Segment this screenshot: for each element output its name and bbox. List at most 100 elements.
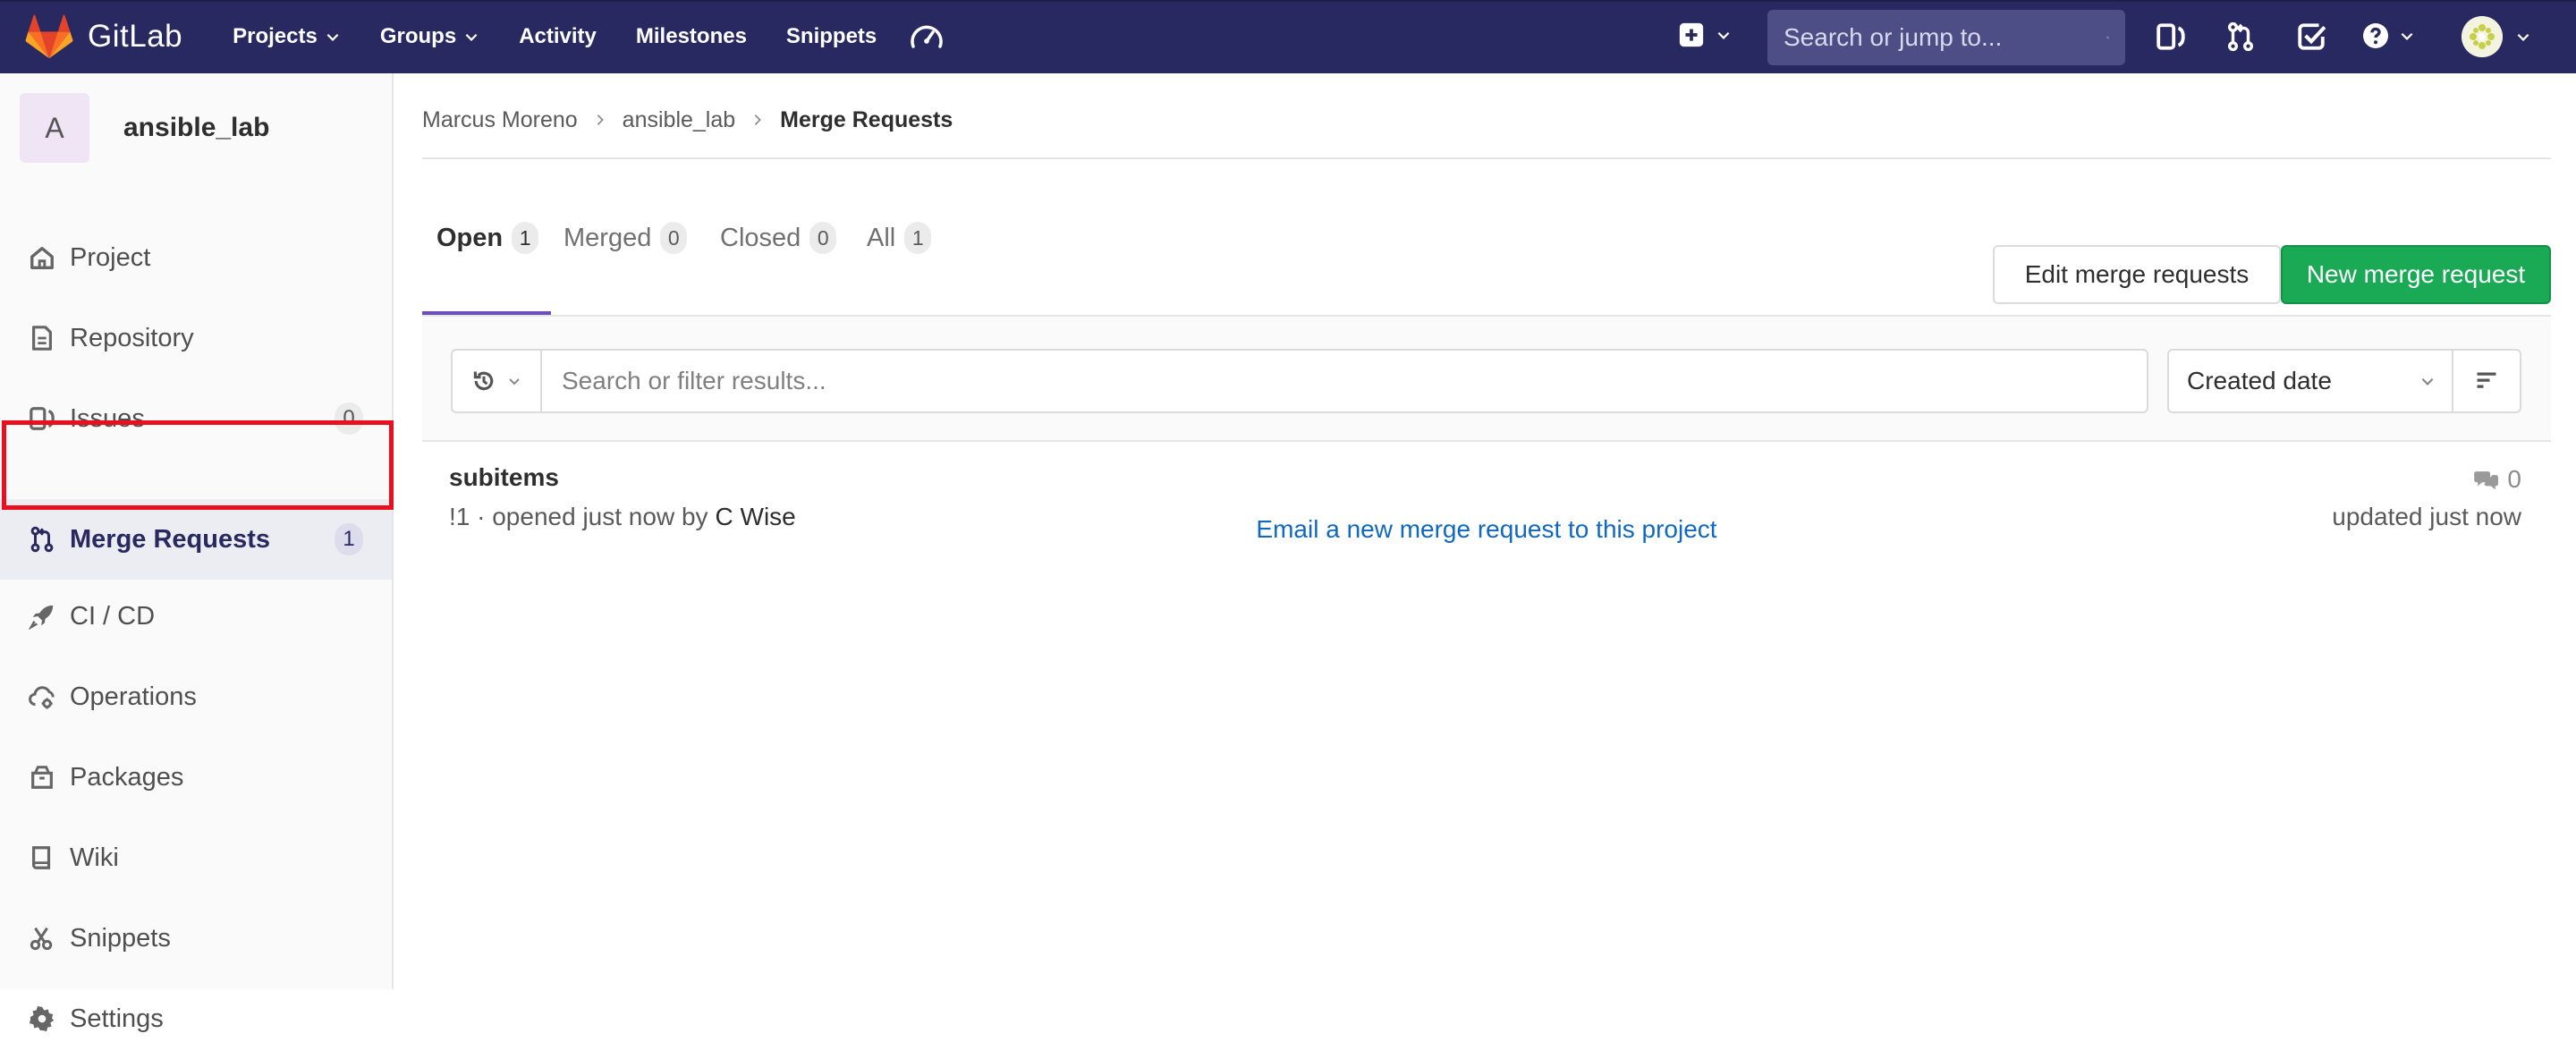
tab-open[interactable]: Open 1 xyxy=(436,159,539,317)
sidebar-item-packages[interactable]: Packages xyxy=(0,737,392,818)
nav-groups-label: Groups xyxy=(379,24,457,48)
breadcrumb-item-current[interactable]: Merge Requests xyxy=(780,107,953,133)
sidebar-item-repository[interactable]: Repository xyxy=(0,298,392,378)
recent-searches-dropdown[interactable] xyxy=(451,349,540,413)
sort-lines-icon xyxy=(2477,372,2496,388)
sidebar-item-operations[interactable]: Operations xyxy=(0,657,392,737)
nav-groups-dropdown[interactable]: Groups xyxy=(380,24,479,49)
tab-count-badge: 1 xyxy=(512,222,539,254)
chevron-down-icon xyxy=(2401,32,2413,40)
sort-direction-button[interactable] xyxy=(2453,349,2521,413)
project-name: ansible_lab xyxy=(123,113,270,142)
merge-request-icon[interactable] xyxy=(2225,21,2256,52)
search-icon xyxy=(2106,36,2109,39)
new-merge-request-button[interactable]: New merge request xyxy=(2281,245,2551,304)
todo-check-icon[interactable] xyxy=(2296,21,2326,52)
comments-icon xyxy=(2474,471,2499,490)
cloud-gear-icon xyxy=(29,686,55,709)
global-search[interactable] xyxy=(1767,10,2125,65)
avatar-pattern-icon xyxy=(2462,16,2503,57)
sidebar-item-ci-cd[interactable]: CI / CD xyxy=(0,576,392,657)
sidebar-item-label: Wiki xyxy=(70,843,119,872)
chevron-down-icon xyxy=(2421,377,2434,385)
chevron-down-icon xyxy=(509,378,520,385)
breadcrumb: Marcus Moreno ansible_lab Merge Requests xyxy=(422,100,953,140)
global-search-input[interactable] xyxy=(1784,23,2106,52)
tab-label: All xyxy=(867,223,896,252)
new-item-dropdown[interactable] xyxy=(1678,21,1732,48)
rocket-icon xyxy=(29,605,54,630)
sidebar-item-wiki[interactable]: Wiki xyxy=(0,818,392,898)
sidebar-item-label: Packages xyxy=(70,762,184,792)
sidebar-item-label: CI / CD xyxy=(70,601,156,631)
chevron-down-icon xyxy=(326,33,339,41)
nav-milestones-link[interactable]: Milestones xyxy=(636,24,747,49)
state-tabs: Open 1 Merged 0 Closed 0 All 1 Edit merg… xyxy=(422,159,2551,317)
chevron-right-icon xyxy=(754,114,762,125)
help-dropdown[interactable] xyxy=(2361,21,2415,50)
merge-request-title-link[interactable]: subitems xyxy=(449,463,559,492)
sidebar-item-label: Merge Requests xyxy=(70,524,271,554)
breadcrumb-item-namespace[interactable]: Marcus Moreno xyxy=(422,107,578,133)
email-merge-request-link: Email a new merge request to this projec… xyxy=(422,515,2551,555)
project-avatar: A xyxy=(20,93,89,163)
merge-requests-count-badge: 1 xyxy=(335,523,363,555)
sort-dropdown[interactable]: Created date xyxy=(2167,349,2453,413)
gauge-icon[interactable] xyxy=(909,21,945,52)
user-menu-dropdown[interactable] xyxy=(2462,16,2531,57)
sidebar-item-label: Settings xyxy=(70,1004,164,1033)
sidebar-item-label: Operations xyxy=(70,682,197,711)
scissors-icon xyxy=(30,927,53,951)
plus-square-icon xyxy=(1679,22,1704,47)
chevron-down-icon xyxy=(1717,31,1730,39)
history-icon xyxy=(473,371,494,391)
package-icon xyxy=(31,766,53,789)
sidebar-item-snippets[interactable]: Snippets xyxy=(0,898,392,979)
email-merge-request-link-text[interactable]: Email a new merge request to this projec… xyxy=(1256,515,1716,543)
edit-merge-requests-button[interactable]: Edit merge requests xyxy=(1993,245,2281,304)
project-sidebar: A ansible_lab Project Repository Issues … xyxy=(0,73,394,1033)
avatar xyxy=(2462,16,2503,57)
tab-label: Open xyxy=(436,223,504,252)
sort-value: Created date xyxy=(2187,367,2332,394)
tab-count-badge: 0 xyxy=(809,222,837,254)
sidebar-item-label: Snippets xyxy=(70,923,171,953)
filter-bar: Created date xyxy=(422,317,2551,442)
sidebar-item-issues[interactable]: Issues 0 xyxy=(0,378,392,459)
home-icon xyxy=(30,247,54,269)
sidebar-item-label: Issues xyxy=(70,403,145,433)
chevron-down-icon xyxy=(2517,33,2529,41)
sidebar-item-merge-requests[interactable]: Merge Requests 1 xyxy=(0,499,392,580)
chevron-down-icon xyxy=(465,33,478,41)
main-nav: Projects Groups Activity Milestones Snip… xyxy=(233,21,945,52)
breadcrumb-item-project[interactable]: ansible_lab xyxy=(623,107,736,133)
help-icon xyxy=(2363,23,2388,48)
filter-search[interactable] xyxy=(540,349,2148,413)
comments-count-value: 0 xyxy=(2507,465,2521,493)
comments-count[interactable]: 0 xyxy=(2473,465,2521,494)
tab-closed[interactable]: Closed 0 xyxy=(720,159,837,317)
tab-label: Merged xyxy=(564,223,652,252)
tab-all[interactable]: All 1 xyxy=(867,159,932,317)
tab-label: Closed xyxy=(720,223,801,252)
gitlab-logo-icon xyxy=(25,14,73,59)
tab-count-badge: 1 xyxy=(904,222,932,254)
sidebar-item-settings[interactable]: Settings xyxy=(0,979,392,1059)
nav-snippets-link[interactable]: Snippets xyxy=(786,24,877,49)
issues-icon[interactable] xyxy=(2156,21,2186,52)
gear-icon xyxy=(29,1005,55,1032)
gitlab-home-link[interactable]: GitLab xyxy=(25,14,182,59)
top-navbar: GitLab Projects Groups Activity Mileston… xyxy=(0,0,2576,73)
tab-merged[interactable]: Merged 0 xyxy=(564,159,688,317)
merge-request-icon xyxy=(30,526,54,553)
tab-count-badge: 0 xyxy=(660,222,688,254)
nav-activity-link[interactable]: Activity xyxy=(519,24,597,49)
filter-search-input[interactable] xyxy=(562,367,2127,395)
issues-icon xyxy=(30,407,55,430)
brand-name: GitLab xyxy=(88,19,183,54)
nav-projects-label: Projects xyxy=(233,24,318,48)
sidebar-item-label: Repository xyxy=(70,323,194,352)
sidebar-item-project[interactable]: Project xyxy=(0,217,392,298)
nav-projects-dropdown[interactable]: Projects xyxy=(233,24,341,49)
project-header[interactable]: A ansible_lab xyxy=(20,93,269,163)
